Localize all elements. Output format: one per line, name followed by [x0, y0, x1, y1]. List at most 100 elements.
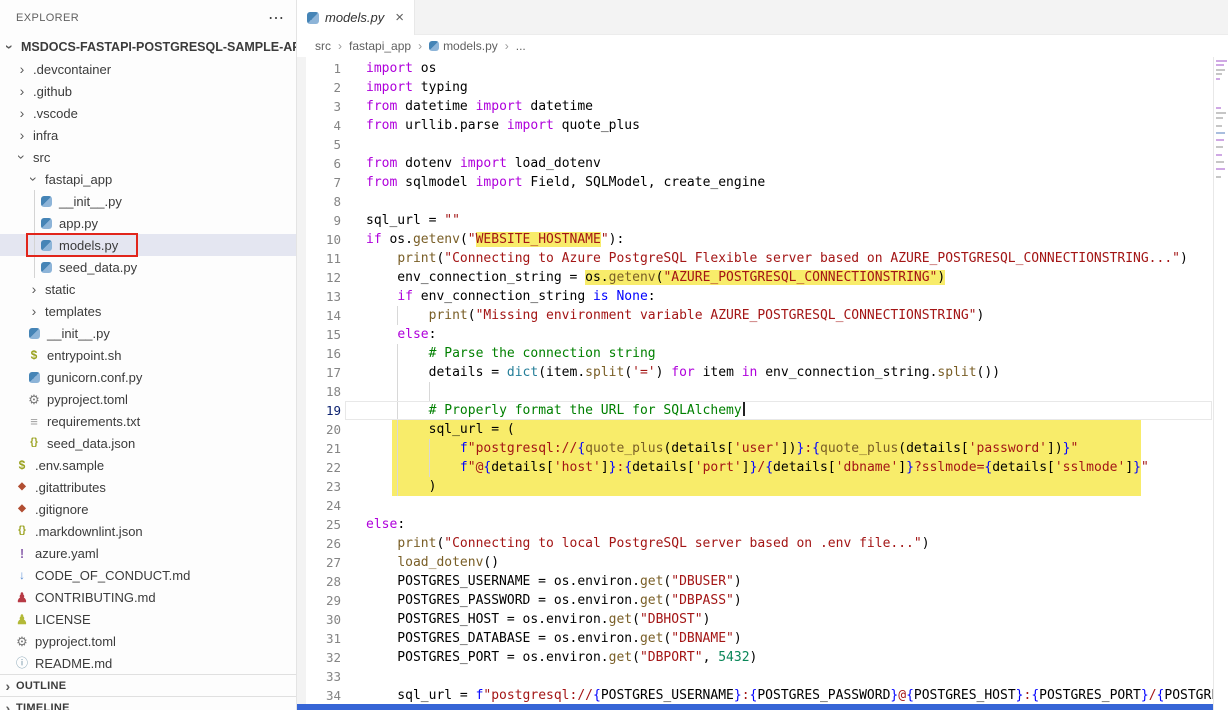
tab-models-py[interactable]: models.py ×: [297, 0, 415, 35]
minimap[interactable]: [1213, 57, 1228, 710]
tree-item-markdownlint-json[interactable]: {}.markdownlint.json: [0, 520, 296, 542]
code-line-34[interactable]: 34 sql_url = f"postgresql://{POSTGRES_US…: [297, 686, 1228, 705]
tree-item-entrypoint-sh[interactable]: $entrypoint.sh: [0, 344, 296, 366]
line-number[interactable]: 19: [297, 401, 341, 420]
breadcrumb-item-fastapi-app[interactable]: fastapi_app: [349, 39, 411, 53]
chevron-right-icon[interactable]: ›: [26, 304, 42, 318]
code-line-21[interactable]: 21 f"postgresql://{quote_plus(details['u…: [297, 439, 1228, 458]
tree-item-templates[interactable]: ›templates: [0, 300, 296, 322]
tree-item-gunicorn-conf-py[interactable]: gunicorn.conf.py: [0, 366, 296, 388]
line-number[interactable]: 2: [297, 78, 341, 97]
chevron-right-icon[interactable]: ›: [14, 128, 30, 142]
tree-item-gitattributes[interactable]: ◆.gitattributes: [0, 476, 296, 498]
code-line-8[interactable]: 8: [297, 192, 1228, 211]
chevron-down-icon[interactable]: ›: [15, 149, 29, 165]
line-number[interactable]: 20: [297, 420, 341, 439]
code-line-5[interactable]: 5: [297, 135, 1228, 154]
code-line-2[interactable]: 2import typing: [297, 78, 1228, 97]
tree-item-models-py[interactable]: models.py: [0, 234, 296, 256]
chevron-right-icon[interactable]: ›: [26, 282, 42, 296]
line-number[interactable]: 8: [297, 192, 341, 211]
code-line-18[interactable]: 18: [297, 382, 1228, 401]
line-number[interactable]: 27: [297, 553, 341, 572]
code-line-11[interactable]: 11 print("Connecting to Azure PostgreSQL…: [297, 249, 1228, 268]
code-line-12[interactable]: 12 env_connection_string = os.getenv("AZ…: [297, 268, 1228, 287]
line-number[interactable]: 30: [297, 610, 341, 629]
code-line-20[interactable]: 20 sql_url = (: [297, 420, 1228, 439]
line-number[interactable]: 29: [297, 591, 341, 610]
code-line-1[interactable]: 1import os: [297, 59, 1228, 78]
line-number[interactable]: 24: [297, 496, 341, 515]
code-line-6[interactable]: 6from dotenv import load_dotenv: [297, 154, 1228, 173]
line-number[interactable]: 25: [297, 515, 341, 534]
tree-item-requirements-txt[interactable]: ≡requirements.txt: [0, 410, 296, 432]
tree-item-azure-yaml[interactable]: !azure.yaml: [0, 542, 296, 564]
code-line-33[interactable]: 33: [297, 667, 1228, 686]
section-outline[interactable]: › OUTLINE: [0, 674, 296, 696]
breadcrumb-item-models-py[interactable]: models.py: [429, 39, 498, 53]
code-line-13[interactable]: 13 if env_connection_string is None:: [297, 287, 1228, 306]
horizontal-scrollbar[interactable]: [297, 704, 1213, 710]
code-line-9[interactable]: 9sql_url = "": [297, 211, 1228, 230]
chevron-down-icon[interactable]: ›: [3, 39, 17, 55]
code-line-7[interactable]: 7from sqlmodel import Field, SQLModel, c…: [297, 173, 1228, 192]
line-number[interactable]: 6: [297, 154, 341, 173]
code-line-29[interactable]: 29 POSTGRES_PASSWORD = os.environ.get("D…: [297, 591, 1228, 610]
line-number[interactable]: 12: [297, 268, 341, 287]
breadcrumb-item-src[interactable]: src: [315, 39, 331, 53]
line-number[interactable]: 4: [297, 116, 341, 135]
chevron-right-icon[interactable]: ›: [14, 106, 30, 120]
code-line-32[interactable]: 32 POSTGRES_PORT = os.environ.get("DBPOR…: [297, 648, 1228, 667]
tree-item-devcontainer[interactable]: ›.devcontainer: [0, 58, 296, 80]
code-line-28[interactable]: 28 POSTGRES_USERNAME = os.environ.get("D…: [297, 572, 1228, 591]
code-line-31[interactable]: 31 POSTGRES_DATABASE = os.environ.get("D…: [297, 629, 1228, 648]
more-actions-icon[interactable]: ⋯: [268, 8, 284, 28]
line-number[interactable]: 18: [297, 382, 341, 401]
tree-item-app-py[interactable]: app.py: [0, 212, 296, 234]
line-number[interactable]: 5: [297, 135, 341, 154]
chevron-right-icon[interactable]: ›: [0, 679, 16, 693]
code-line-30[interactable]: 30 POSTGRES_HOST = os.environ.get("DBHOS…: [297, 610, 1228, 629]
line-number[interactable]: 22: [297, 458, 341, 477]
chevron-right-icon[interactable]: ›: [14, 62, 30, 76]
tree-item-readme-md[interactable]: ⓘREADME.md: [0, 652, 296, 674]
tree-item-pyproject-toml[interactable]: ⚙pyproject.toml: [0, 388, 296, 410]
tree-item-src[interactable]: ›src: [0, 146, 296, 168]
code-line-4[interactable]: 4from urllib.parse import quote_plus: [297, 116, 1228, 135]
code-line-25[interactable]: 25else:: [297, 515, 1228, 534]
chevron-right-icon[interactable]: ›: [14, 84, 30, 98]
code-line-26[interactable]: 26 print("Connecting to local PostgreSQL…: [297, 534, 1228, 553]
line-number[interactable]: 13: [297, 287, 341, 306]
line-number[interactable]: 32: [297, 648, 341, 667]
tree-item-pyproject-toml[interactable]: ⚙pyproject.toml: [0, 630, 296, 652]
line-number[interactable]: 16: [297, 344, 341, 363]
line-number[interactable]: 11: [297, 249, 341, 268]
chevron-down-icon[interactable]: ›: [27, 171, 41, 187]
line-number[interactable]: 33: [297, 667, 341, 686]
line-number[interactable]: 23: [297, 477, 341, 496]
line-number[interactable]: 28: [297, 572, 341, 591]
line-number[interactable]: 17: [297, 363, 341, 382]
code-line-15[interactable]: 15 else:: [297, 325, 1228, 344]
tab-close-icon[interactable]: ×: [395, 9, 404, 26]
code-line-22[interactable]: 22 f"@{details['host']}:{details['port']…: [297, 458, 1228, 477]
code-line-27[interactable]: 27 load_dotenv(): [297, 553, 1228, 572]
code-line-24[interactable]: 24: [297, 496, 1228, 515]
code-line-10[interactable]: 10if os.getenv("WEBSITE_HOSTNAME"):: [297, 230, 1228, 249]
tree-item-static[interactable]: ›static: [0, 278, 296, 300]
line-number[interactable]: 26: [297, 534, 341, 553]
chevron-right-icon[interactable]: ›: [0, 701, 16, 710]
line-number[interactable]: 34: [297, 686, 341, 705]
code-line-3[interactable]: 3from datetime import datetime: [297, 97, 1228, 116]
code-line-23[interactable]: 23 ): [297, 477, 1228, 496]
code-line-19[interactable]: 19 # Properly format the URL for SQLAlch…: [297, 401, 1228, 420]
tree-item-env-sample[interactable]: $.env.sample: [0, 454, 296, 476]
tree-item-init-py[interactable]: __init__.py: [0, 322, 296, 344]
tree-item-seed-data-py[interactable]: seed_data.py: [0, 256, 296, 278]
tree-item-code-of-conduct-md[interactable]: ↓CODE_OF_CONDUCT.md: [0, 564, 296, 586]
section-timeline[interactable]: › TIMELINE: [0, 696, 296, 710]
line-number[interactable]: 1: [297, 59, 341, 78]
tree-item-infra[interactable]: ›infra: [0, 124, 296, 146]
code-editor[interactable]: 1import os2import typing3from datetime i…: [297, 57, 1228, 710]
code-line-17[interactable]: 17 details = dict(item.split('=') for it…: [297, 363, 1228, 382]
